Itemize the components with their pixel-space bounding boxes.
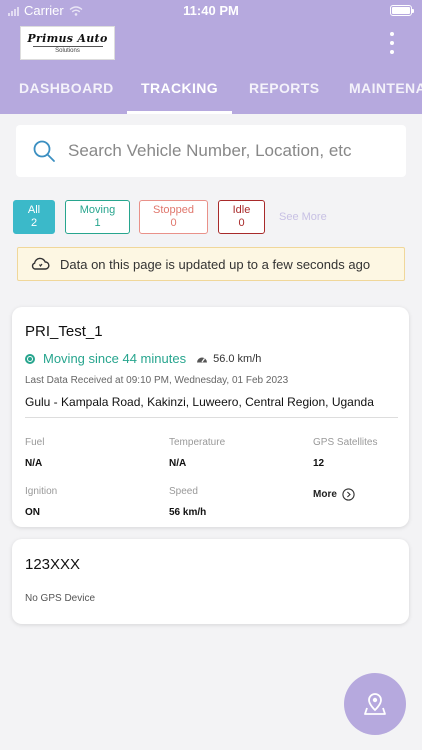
filter-all-count: 2 [30,217,38,229]
more-label: More [313,489,337,500]
vehicle-card[interactable]: 123XXX No GPS Device [12,539,409,624]
filter-idle[interactable]: Idle 0 [218,200,265,234]
vehicle-address: Gulu - Kampala Road, Kakinzi, Luweero, C… [25,395,374,409]
vehicle-status: Moving since 44 minutes [43,351,187,366]
card-divider [25,417,398,418]
tab-maintenance[interactable]: MAINTENA [349,70,422,114]
clock: 11:40 PM [183,3,239,18]
vehicle-name: PRI_Test_1 [25,323,103,340]
search-input[interactable] [68,125,398,177]
see-more-link[interactable]: See More [279,211,327,223]
status-bar: Carrier 11:40 PM [0,0,422,22]
brand-logo: Primus Auto Solutions [20,26,115,60]
tab-dashboard[interactable]: DASHBOARD [19,70,114,114]
tab-bar: DASHBOARD TRACKING REPORTS MAINTENA [0,70,422,114]
filter-all[interactable]: All 2 [13,200,55,234]
overflow-menu-icon[interactable] [390,32,396,54]
tab-reports[interactable]: REPORTS [249,70,319,114]
fuel-value: N/A [25,458,43,469]
vehicle-status-row: Moving since 44 minutes 56.0 km/h [25,351,261,366]
notice-text: Data on this page is updated up to a few… [60,256,371,272]
filter-moving[interactable]: Moving 1 [65,200,130,234]
temperature-label: Temperature [169,437,226,448]
speed-label: Speed [169,486,198,497]
speedometer-icon [197,357,208,362]
filter-stopped-count: 0 [170,217,177,229]
last-data-received: Last Data Received at 09:10 PM, Wednesda… [25,375,289,386]
more-button[interactable]: More [313,488,355,501]
filter-moving-label: Moving [79,204,116,216]
filter-moving-count: 1 [94,217,101,229]
update-notice: Data on this page is updated up to a few… [17,247,405,281]
battery-icon [390,5,414,16]
logo-rule [32,46,103,47]
filter-stopped[interactable]: Stopped 0 [139,200,208,234]
filter-idle-count: 0 [238,217,245,229]
ignition-value: ON [25,507,40,518]
gps-satellites-label: GPS Satellites [313,437,378,448]
app-header: Carrier 11:40 PM Primus Auto Solutions D… [0,0,422,114]
moving-status-icon [25,353,35,364]
tab-tracking[interactable]: TRACKING [127,70,233,114]
chevron-right-circle-icon [342,488,355,501]
fuel-label: Fuel [25,437,45,448]
filter-idle-label: Idle [232,204,251,216]
vehicle-status: No GPS Device [25,593,96,604]
vehicle-card[interactable]: PRI_Test_1 Moving since 44 minutes 56.0 … [12,307,409,527]
gps-satellites-value: 12 [313,458,325,469]
filter-all-label: All [27,204,41,216]
logo-sub-text: Solutions [55,48,80,54]
filter-stopped-label: Stopped [153,204,194,216]
logo-main-text: Primus Auto [27,32,108,45]
search-bar [16,125,406,177]
map-view-button[interactable] [344,673,406,735]
temperature-value: N/A [169,458,187,469]
cloud-sync-icon [31,257,50,270]
search-icon [33,140,55,162]
vehicle-name: 123XXX [25,556,81,573]
speed-value: 56 km/h [169,507,207,518]
vehicle-current-speed: 56.0 km/h [213,352,262,365]
ignition-label: Ignition [25,486,58,497]
map-pin-icon [364,693,386,715]
